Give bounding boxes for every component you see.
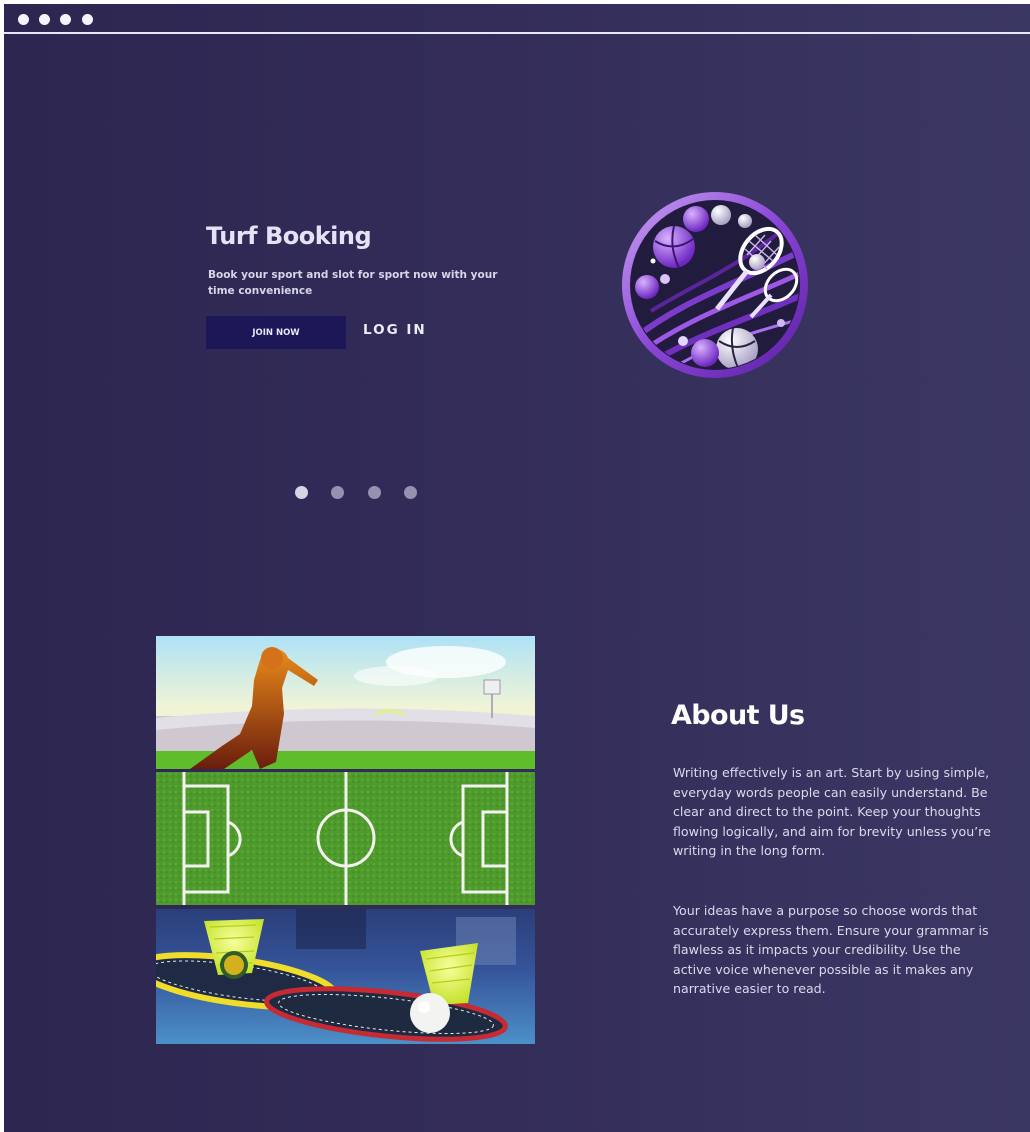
carousel-dot-3[interactable] <box>368 486 381 499</box>
badminton-shuttlecock-image <box>156 909 535 1044</box>
join-now-button[interactable]: JOIN NOW <box>206 316 346 349</box>
login-link[interactable]: LOG IN <box>363 322 427 338</box>
window-bar <box>4 4 1030 34</box>
window-dot-icon <box>60 14 71 25</box>
window-dot-icon <box>18 14 29 25</box>
carousel-dot-4[interactable] <box>404 486 417 499</box>
about-paragraph-2: Your ideas have a purpose so choose word… <box>673 903 989 997</box>
window-dot-icon <box>82 14 93 25</box>
carousel-dot-2[interactable] <box>331 486 344 499</box>
football-field-image <box>156 772 535 905</box>
carousel-dot-1[interactable] <box>295 486 308 499</box>
hero-title: Turf Booking <box>206 222 372 250</box>
about-title: About Us <box>671 700 805 731</box>
sports-logo-image <box>622 192 808 378</box>
window-dot-icon <box>39 14 50 25</box>
hero-subtitle: Book your sport and slot for sport now w… <box>208 269 498 297</box>
page-frame: Turf Booking Book your sport and slot fo… <box>4 4 1030 1132</box>
cricket-batsman-image <box>156 636 535 769</box>
about-paragraph-1: Writing effectively is an art. Start by … <box>673 765 991 859</box>
